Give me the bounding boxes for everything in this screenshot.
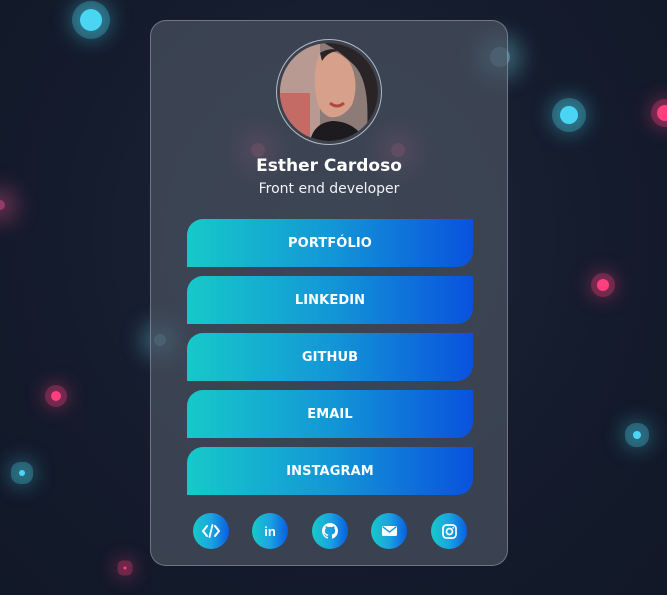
instagram-icon (441, 523, 457, 539)
background-particle (51, 391, 61, 401)
code-icon (202, 524, 220, 538)
avatar (276, 39, 382, 145)
background-particle (633, 431, 641, 439)
background-particle (560, 106, 578, 124)
background-particle (19, 470, 25, 476)
background-particle (123, 566, 127, 570)
email-icon (381, 526, 397, 536)
instagram-icon-button[interactable] (431, 513, 467, 549)
background-particle (80, 9, 102, 31)
email-button[interactable]: EMAIL (187, 390, 473, 438)
github-button[interactable]: GITHUB (187, 333, 473, 381)
avatar-photo (280, 43, 378, 141)
email-icon-button[interactable] (371, 513, 407, 549)
instagram-button[interactable]: INSTAGRAM (187, 447, 473, 495)
profile-card: Esther Cardoso Front end developer PORTF… (150, 20, 508, 566)
github-icon-button[interactable] (312, 513, 348, 549)
background-particle (657, 105, 667, 121)
background-particle (0, 200, 5, 210)
profile-name: Esther Cardoso (256, 156, 402, 176)
background-particle (597, 279, 609, 291)
page-background: Esther Cardoso Front end developer PORTF… (0, 0, 667, 595)
linkedin-icon-button[interactable]: in (252, 513, 288, 549)
linkedin-icon: in (264, 523, 276, 539)
profile-role: Front end developer (258, 181, 400, 197)
portfolio-button[interactable]: PORTFÓLIO (187, 219, 473, 267)
github-icon (322, 523, 338, 539)
linkedin-button[interactable]: LINKEDIN (187, 276, 473, 324)
code-icon-button[interactable] (193, 513, 229, 549)
